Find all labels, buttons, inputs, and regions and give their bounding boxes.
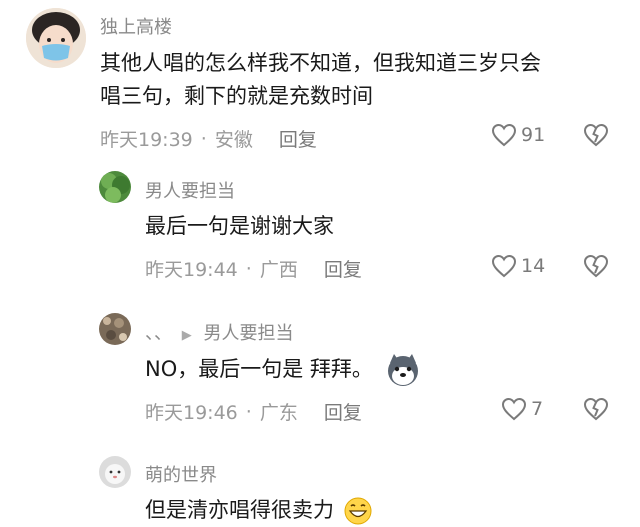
comment-text: 但是清亦唱得很卖力 bbox=[145, 498, 334, 522]
reply-button[interactable]: 回复 bbox=[324, 255, 362, 282]
location: 广东 bbox=[259, 402, 298, 424]
timestamp: 昨天19:44 bbox=[145, 259, 238, 281]
avatar-comment-2[interactable] bbox=[99, 171, 131, 203]
broken-heart-icon bbox=[583, 397, 609, 421]
location: 安徽 bbox=[214, 129, 253, 151]
separator-dot: · bbox=[245, 400, 252, 423]
comment-text-line-1: 其他人唱的怎么样我不知道，但我知道三岁只会 bbox=[100, 51, 541, 75]
dislike-button[interactable] bbox=[583, 123, 609, 151]
white-pet-avatar-icon bbox=[99, 456, 131, 488]
textured-photo-avatar-icon bbox=[99, 313, 131, 345]
username[interactable]: 独上高楼 bbox=[100, 13, 172, 39]
comment-meta: 昨天19:46 · 广东 回复 bbox=[145, 398, 362, 425]
timestamp: 昨天19:39 bbox=[100, 129, 193, 151]
reply-header: 、、 ▶ 男人要担当 bbox=[145, 319, 293, 345]
timestamp: 昨天19:46 bbox=[145, 402, 238, 424]
heart-icon bbox=[501, 397, 527, 421]
avatar-comment-1[interactable] bbox=[26, 8, 86, 68]
dislike-button[interactable] bbox=[583, 397, 609, 425]
comment-text: NO，最后一句是 拜拜。 bbox=[145, 357, 373, 381]
comment-meta: 昨天19:44 · 广西 回复 bbox=[145, 255, 362, 282]
avatar-comment-4[interactable] bbox=[99, 456, 131, 488]
username[interactable]: 、、 bbox=[145, 323, 172, 344]
comment-text-row: 但是清亦唱得很卖力 bbox=[145, 494, 373, 527]
comment-text-line-2: 唱三句，剩下的就是充数时间 bbox=[100, 84, 373, 108]
husky-dog-emoji-icon bbox=[387, 354, 418, 386]
avatar-comment-3[interactable] bbox=[99, 313, 131, 345]
like-count: 14 bbox=[521, 255, 546, 277]
separator-dot: · bbox=[245, 257, 252, 280]
reply-button[interactable]: 回复 bbox=[324, 398, 362, 425]
location: 广西 bbox=[259, 259, 298, 281]
like-button[interactable]: 14 bbox=[491, 254, 545, 278]
comment-text: 最后一句是谢谢大家 bbox=[145, 214, 334, 238]
grinning-face-emoji-icon bbox=[344, 497, 372, 525]
comment-text-row: NO，最后一句是 拜拜。 bbox=[145, 353, 420, 387]
like-button[interactable]: 7 bbox=[501, 397, 543, 421]
reply-arrow-icon: ▶ bbox=[181, 328, 192, 343]
comment-meta: 昨天19:39 · 安徽 回复 bbox=[100, 125, 317, 152]
reply-to-username[interactable]: 男人要担当 bbox=[203, 323, 293, 344]
broken-heart-icon bbox=[583, 123, 609, 147]
like-count: 91 bbox=[521, 124, 546, 146]
like-count: 7 bbox=[531, 398, 544, 420]
reply-button[interactable]: 回复 bbox=[279, 125, 317, 152]
green-leaf-avatar-icon bbox=[99, 171, 131, 203]
masked-child-avatar-icon bbox=[26, 8, 86, 68]
broken-heart-icon bbox=[583, 254, 609, 278]
username[interactable]: 萌的世界 bbox=[145, 461, 217, 487]
heart-icon bbox=[491, 254, 517, 278]
username[interactable]: 男人要担当 bbox=[145, 177, 235, 203]
separator-dot: · bbox=[200, 127, 207, 150]
heart-icon bbox=[491, 123, 517, 147]
dislike-button[interactable] bbox=[583, 254, 609, 282]
like-button[interactable]: 91 bbox=[491, 123, 545, 147]
